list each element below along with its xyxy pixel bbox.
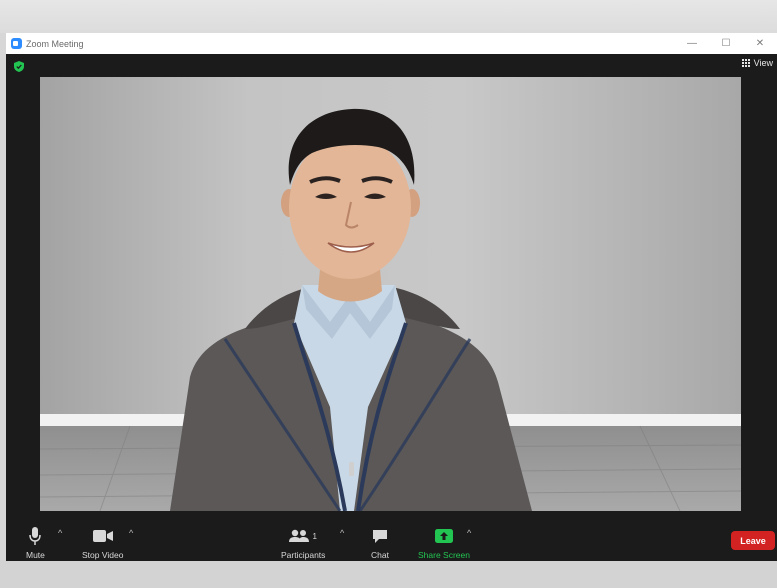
meeting-top-bar: View <box>6 54 777 76</box>
participants-options-caret[interactable]: ^ <box>340 528 344 538</box>
people-icon: 1 <box>289 526 317 546</box>
audio-options-caret[interactable]: ^ <box>58 528 62 538</box>
shield-check-icon[interactable] <box>14 61 24 72</box>
share-screen-button[interactable]: Share Screen <box>418 526 470 560</box>
share-screen-arrow-icon <box>434 526 453 546</box>
window-title: Zoom Meeting <box>26 38 84 49</box>
view-button[interactable]: View <box>741 58 773 68</box>
participant-video <box>40 108 741 511</box>
zoom-meeting-window: Zoom Meeting — ☐ ✕ View Mute ^ Stop Vide… <box>6 33 777 561</box>
grid-icon <box>741 58 751 68</box>
video-camera-icon <box>92 526 113 546</box>
video-feed <box>40 77 741 511</box>
meeting-toolbar: Mute ^ Stop Video ^ 1 Participants ^ Cha… <box>6 518 777 561</box>
stop-video-label: Stop Video <box>82 550 124 560</box>
share-screen-label: Share Screen <box>418 550 470 560</box>
minimize-button[interactable]: — <box>675 33 709 54</box>
participants-count: 1 <box>312 531 317 541</box>
participants-label: Participants <box>281 550 326 560</box>
background-top <box>0 0 777 33</box>
speech-bubble-icon <box>372 526 388 546</box>
stop-video-button[interactable]: Stop Video <box>82 526 123 560</box>
close-button[interactable]: ✕ <box>743 33 777 54</box>
video-options-caret[interactable]: ^ <box>129 528 133 538</box>
participants-button[interactable]: 1 Participants <box>281 526 325 560</box>
background-bottom <box>0 560 777 588</box>
zoom-logo-icon <box>11 38 22 49</box>
maximize-button[interactable]: ☐ <box>709 33 743 54</box>
microphone-icon <box>29 526 42 546</box>
leave-button[interactable]: Leave <box>731 531 775 550</box>
view-label: View <box>753 58 773 68</box>
mute-button[interactable]: Mute <box>26 526 45 560</box>
chat-label: Chat <box>371 550 389 560</box>
window-controls: — ☐ ✕ <box>675 33 777 54</box>
title-bar: Zoom Meeting — ☐ ✕ <box>6 33 777 54</box>
chat-button[interactable]: Chat <box>371 526 389 560</box>
mute-label: Mute <box>26 550 45 560</box>
share-options-caret[interactable]: ^ <box>467 528 471 538</box>
